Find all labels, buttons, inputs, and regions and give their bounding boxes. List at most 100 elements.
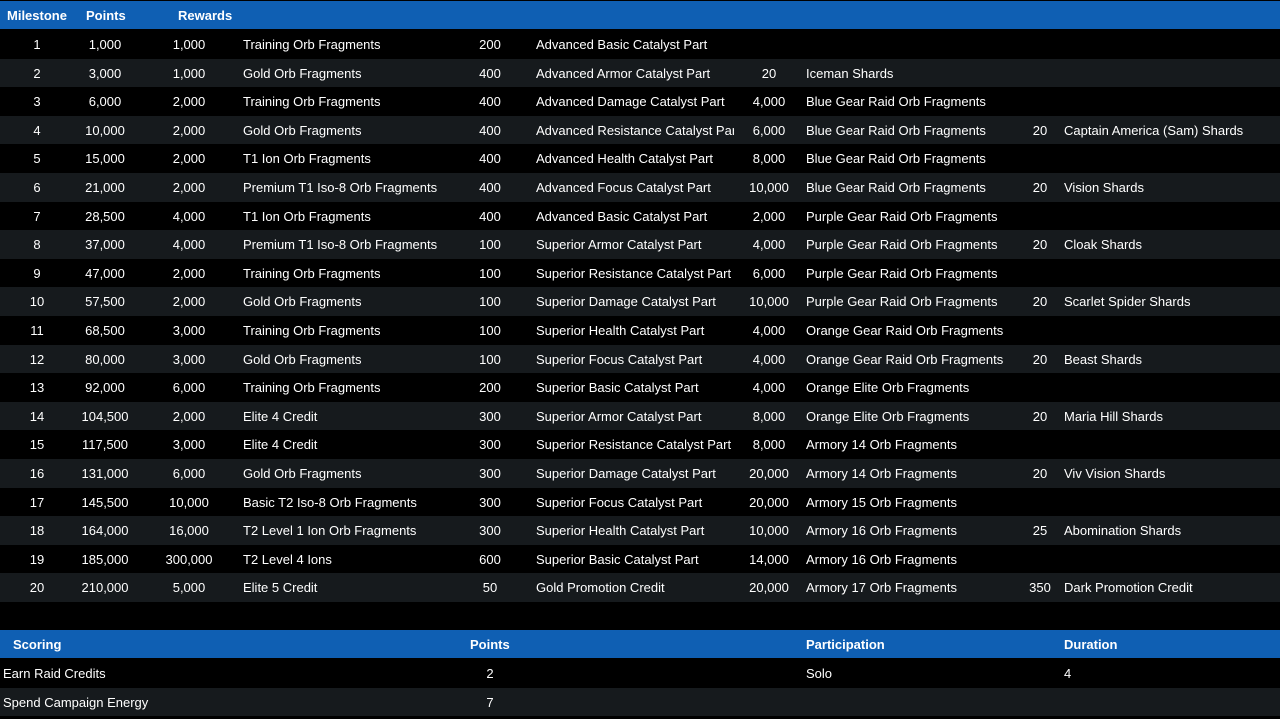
points-cell: 28,500 xyxy=(85,208,125,224)
scoring-points-cell: 2 xyxy=(486,666,494,681)
points-cell: 6,000 xyxy=(88,94,122,110)
header-scoring: Scoring xyxy=(13,637,62,652)
points-cell: 145,500 xyxy=(81,494,129,510)
reward-qty-cell: 3,000 xyxy=(172,437,206,453)
table-row: 11 68,500 3,000 Training Orb Fragments 100 Su… xyxy=(0,315,1280,345)
reward-name-cell: Gold Orb Fragments xyxy=(243,65,362,81)
reward-name-cell: Orange Gear Raid Orb Fragments xyxy=(806,322,1004,338)
reward-name-cell: Superior Focus Catalyst Part xyxy=(536,494,703,510)
reward-name-cell: Advanced Health Catalyst Part xyxy=(536,151,714,167)
reward-name-cell: Captain America (Sam) Shards xyxy=(1064,122,1244,138)
reward-name-cell: Armory 16 Orb Fragments xyxy=(806,523,957,539)
reward-name-cell: Scarlet Spider Shards xyxy=(1064,294,1191,310)
points-cell: 164,000 xyxy=(81,523,129,539)
table-row: 10 57,500 2,000 Gold Orb Fragments 100 Superi… xyxy=(0,287,1280,316)
reward-qty-cell: 400 xyxy=(479,94,501,110)
points-cell: 68,500 xyxy=(85,322,125,338)
points-cell: 37,000 xyxy=(85,237,125,253)
table-row: 9 47,000 2,000 Training Orb Fragments 100 Sup… xyxy=(0,258,1280,288)
reward-qty-cell: 3,000 xyxy=(172,322,206,338)
reward-qty-cell: 3,000 xyxy=(172,351,206,367)
table-row: 13 92,000 6,000 Training Orb Fragments 200 Su… xyxy=(0,373,1280,402)
reward-qty-cell: 100 xyxy=(479,265,501,281)
milestone-cell: 17 xyxy=(29,494,45,510)
table-row: 8 37,000 4,000 Premium T1 Iso-8 Orb Fragmen… xyxy=(0,230,1280,259)
reward-qty-cell: 100 xyxy=(479,322,501,338)
reward-qty-cell: 2,000 xyxy=(752,208,786,224)
reward-qty-cell: 2,000 xyxy=(172,179,206,195)
reward-qty-cell: 10,000 xyxy=(749,179,789,195)
reward-qty-cell: 2,000 xyxy=(172,294,206,310)
points-cell: 47,000 xyxy=(85,265,125,281)
points-cell: 3,000 xyxy=(88,65,122,81)
reward-qty-cell: 8,000 xyxy=(752,151,786,167)
reward-name-cell: Orange Gear Raid Orb Fragments xyxy=(806,351,1004,367)
milestone-cell: 12 xyxy=(29,351,45,367)
points-cell: 131,000 xyxy=(81,465,129,481)
reward-name-cell: Viv Vision Shards xyxy=(1064,465,1166,481)
reward-name-cell: Training Orb Fragments xyxy=(243,380,381,396)
reward-name-cell: Advanced Basic Catalyst Part xyxy=(536,37,708,52)
reward-name-cell: Advanced Damage Catalyst Part xyxy=(536,94,725,110)
reward-name-cell: Training Orb Fragments xyxy=(243,37,381,52)
reward-qty-cell: 25 xyxy=(1032,523,1048,539)
reward-qty-cell: 2,000 xyxy=(172,122,206,138)
milestones-table: 1 1,000 1,000 Training Orb Fragments 200 Adva… xyxy=(0,30,1280,602)
reward-qty-cell: 20 xyxy=(1032,179,1048,195)
milestone-cell: 19 xyxy=(29,551,45,567)
reward-qty-cell: 4,000 xyxy=(752,94,786,110)
reward-qty-cell: 2,000 xyxy=(172,151,206,167)
reward-qty-cell: 20 xyxy=(1032,122,1048,138)
scoring-table: Earn Raid Credits 2 Solo 4 Spend Campaign En… xyxy=(0,659,1280,717)
table-row: 15 117,500 3,000 Elite 4 Credit 300 Superior … xyxy=(0,430,1280,459)
reward-name-cell: Advanced Focus Catalyst Part xyxy=(536,179,711,195)
reward-qty-cell: 4,000 xyxy=(752,322,786,338)
milestone-cell: 1 xyxy=(33,37,41,52)
reward-name-cell: Advanced Armor Catalyst Part xyxy=(536,65,711,81)
reward-qty-cell: 300 xyxy=(479,523,501,539)
reward-name-cell: Basic T2 Iso-8 Orb Fragments xyxy=(243,494,417,510)
scoring-name-cell: Spend Campaign Energy xyxy=(3,694,149,710)
reward-name-cell: Superior Resistance Catalyst Part xyxy=(536,265,732,281)
reward-name-cell: Training Orb Fragments xyxy=(243,94,381,110)
reward-name-cell: T1 Ion Orb Fragments xyxy=(243,208,371,224)
reward-qty-cell: 4,000 xyxy=(172,208,206,224)
reward-qty-cell: 100 xyxy=(479,351,501,367)
scoring-duration-cell: 4 xyxy=(1064,666,1072,681)
reward-qty-cell: 14,000 xyxy=(749,551,789,567)
reward-qty-cell: 10,000 xyxy=(169,494,209,510)
reward-name-cell: Armory 15 Orb Fragments xyxy=(806,494,957,510)
milestone-cell: 11 xyxy=(30,322,44,338)
header-points: Points xyxy=(86,8,126,23)
reward-qty-cell: 2,000 xyxy=(172,408,206,424)
table-row: 16 131,000 6,000 Gold Orb Fragments 300 Super… xyxy=(0,458,1280,488)
points-cell: 210,000 xyxy=(81,580,129,596)
milestone-cell: 4 xyxy=(33,122,41,138)
header-scoring-points: Points xyxy=(470,637,510,652)
milestone-cell: 6 xyxy=(33,179,41,195)
points-cell: 92,000 xyxy=(85,380,125,396)
reward-name-cell: Armory 14 Orb Fragments xyxy=(806,465,957,481)
reward-name-cell: Superior Health Catalyst Part xyxy=(536,523,705,539)
reward-name-cell: Training Orb Fragments xyxy=(243,265,381,281)
reward-qty-cell: 200 xyxy=(479,37,501,52)
reward-name-cell: Blue Gear Raid Orb Fragments xyxy=(806,122,986,138)
reward-name-cell: Superior Damage Catalyst Part xyxy=(536,294,716,310)
points-cell: 21,000 xyxy=(85,179,125,195)
reward-name-cell: Superior Basic Catalyst Part xyxy=(536,551,699,567)
reward-name-cell: Purple Gear Raid Orb Fragments xyxy=(806,237,998,253)
reward-name-cell: Iceman Shards xyxy=(806,65,894,81)
table-row: 7 28,500 4,000 T1 Ion Orb Fragments 400 Advan… xyxy=(0,201,1280,231)
header-participation: Participation xyxy=(806,637,885,652)
reward-qty-cell: 5,000 xyxy=(172,580,206,596)
milestone-cell: 16 xyxy=(29,465,45,481)
reward-name-cell: Advanced Resistance Catalyst Part xyxy=(536,122,734,138)
reward-name-cell: Purple Gear Raid Orb Fragments xyxy=(806,294,998,310)
reward-name-cell: Purple Gear Raid Orb Fragments xyxy=(806,265,998,281)
reward-qty-cell: 6,000 xyxy=(752,265,786,281)
reward-name-cell: Blue Gear Raid Orb Fragments xyxy=(806,179,986,195)
reward-name-cell: Elite 4 Credit xyxy=(243,437,318,453)
reward-name-cell: Maria Hill Shards xyxy=(1064,408,1163,424)
table-row: 14 104,500 2,000 Elite 4 Credit 300 Superior … xyxy=(0,401,1280,431)
reward-qty-cell: 20 xyxy=(1032,294,1048,310)
